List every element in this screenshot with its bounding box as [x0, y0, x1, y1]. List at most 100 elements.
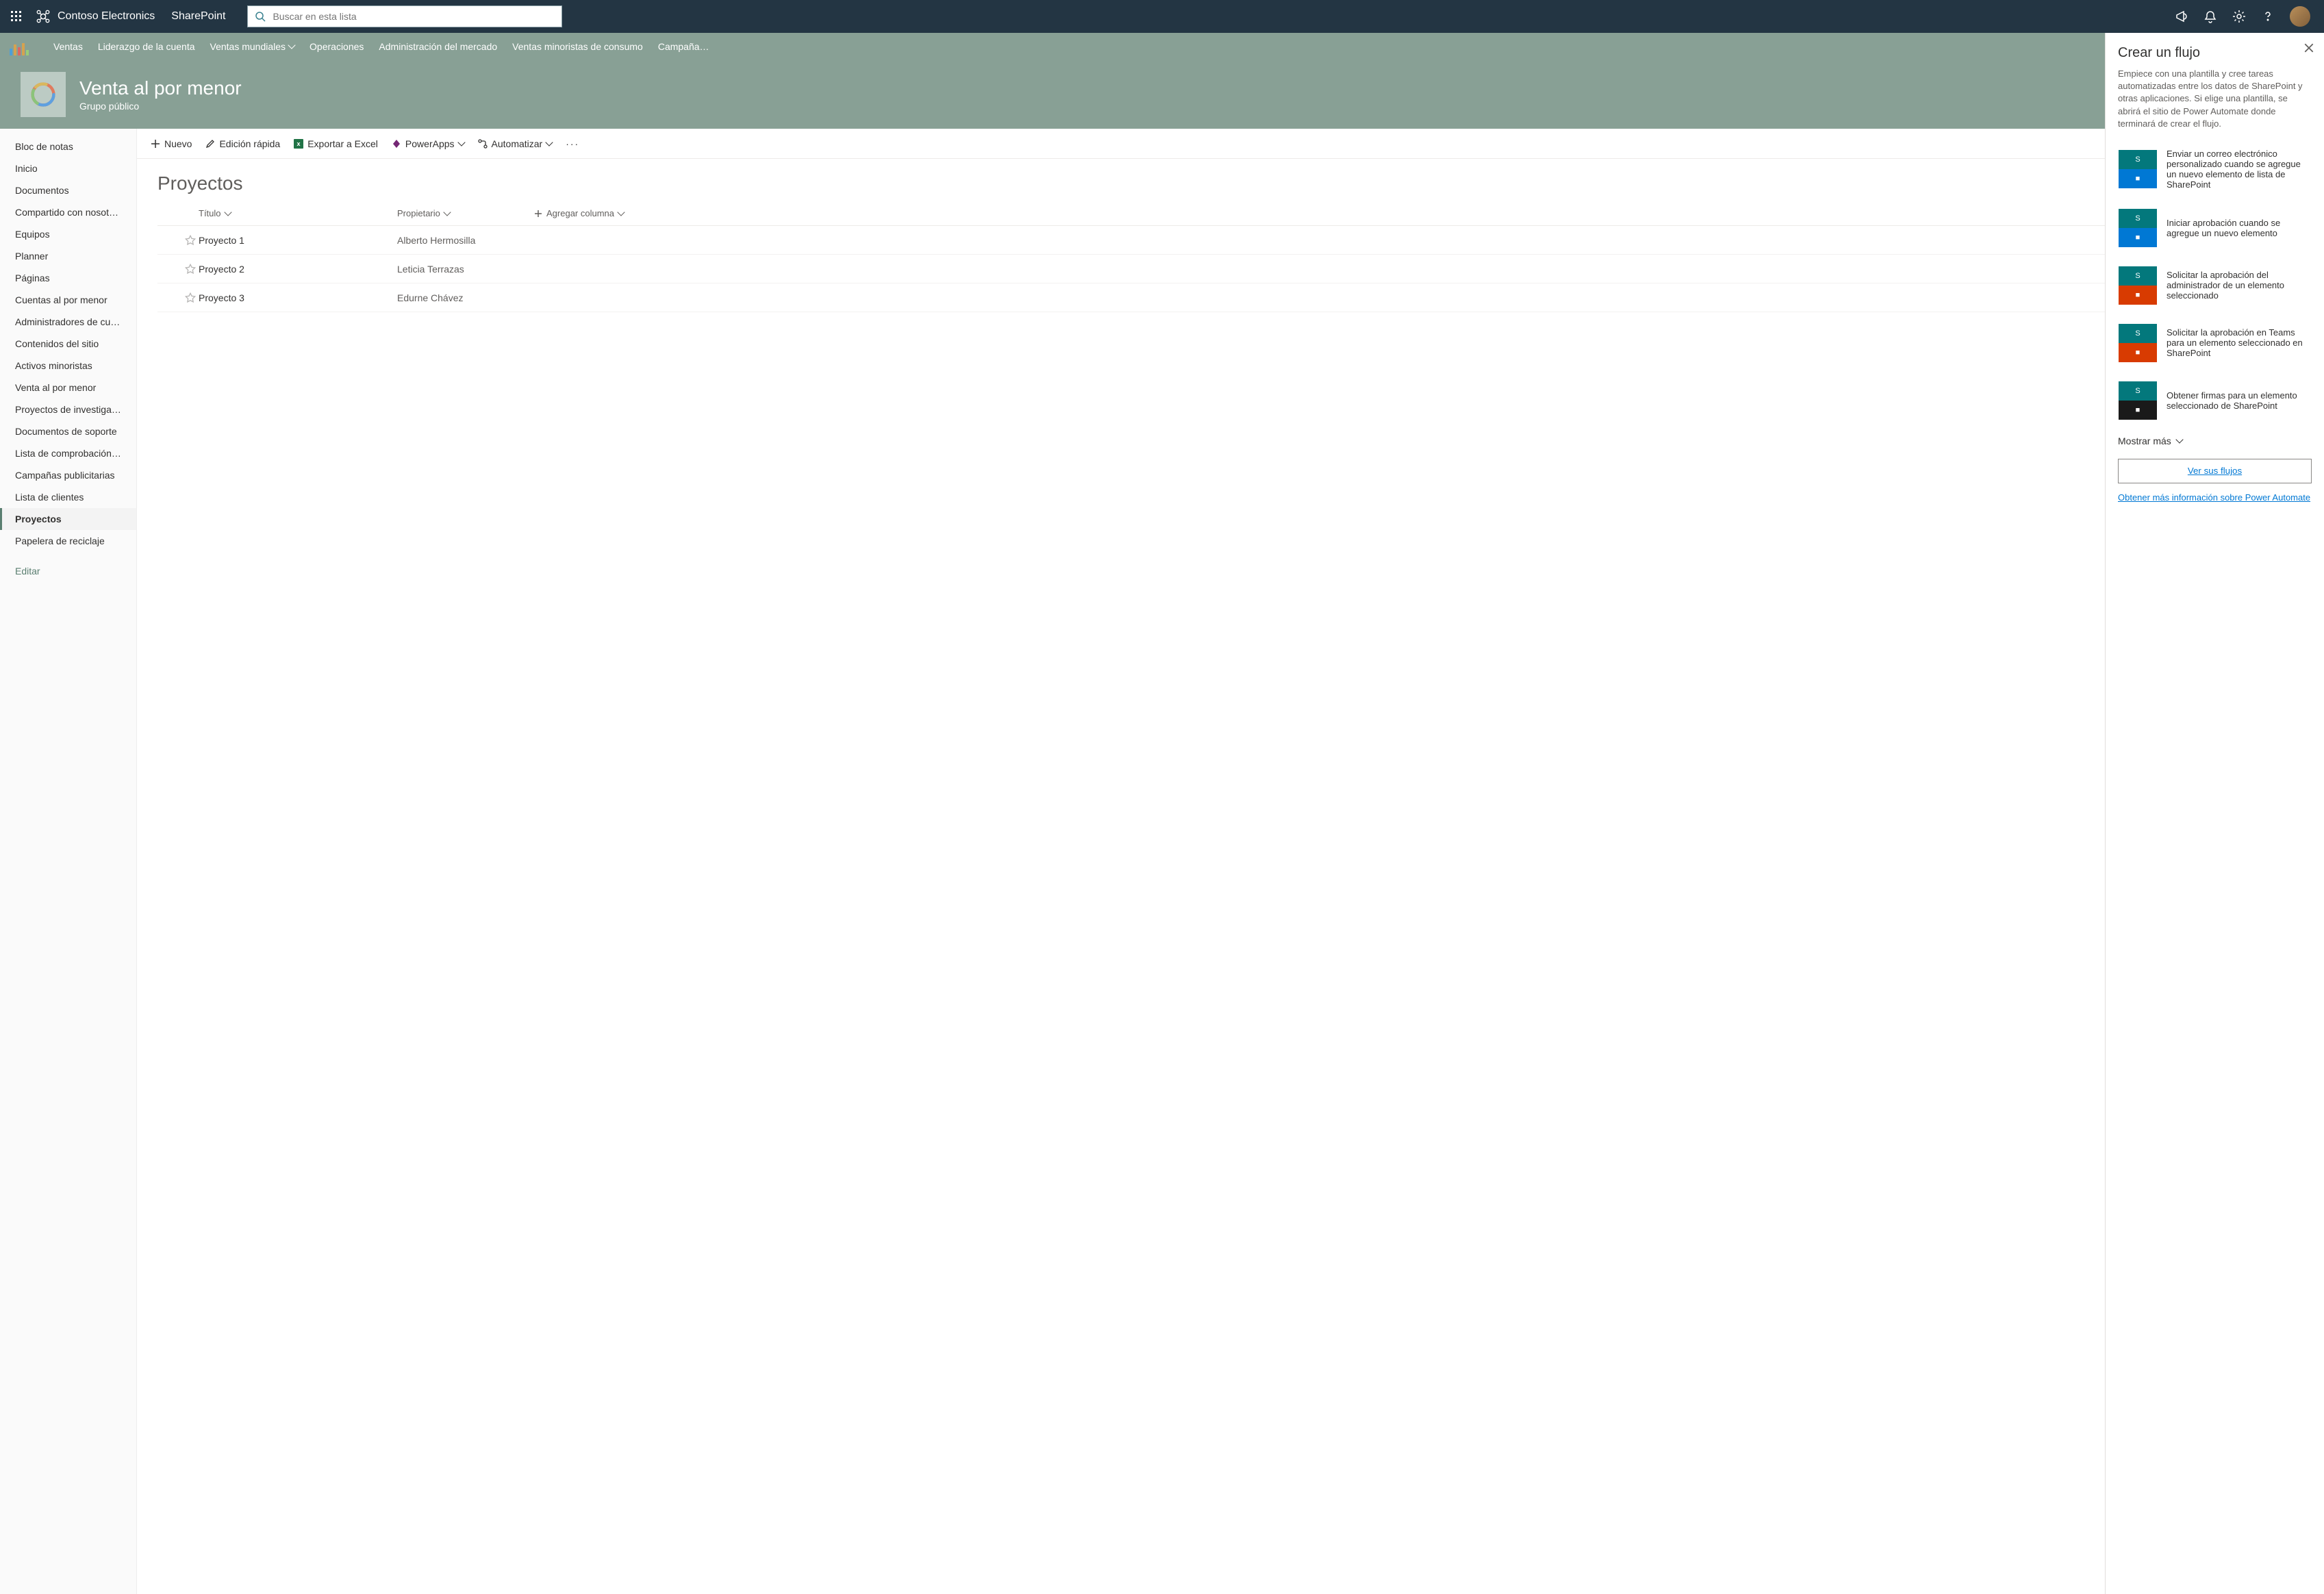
sharepoint-icon: S: [2119, 209, 2157, 228]
flow-template[interactable]: S■ Solicitar la aprobación en Teams para …: [2118, 316, 2312, 370]
search-input[interactable]: [273, 11, 555, 22]
template-label: Solicitar la aprobación del administrado…: [2167, 270, 2311, 301]
app-icon: ■: [2119, 343, 2157, 362]
site-subtitle: Grupo público: [79, 101, 242, 112]
megaphone-icon[interactable]: [2175, 10, 2188, 23]
nav-item[interactable]: Cuentas al por menor: [0, 289, 136, 311]
nav-item[interactable]: Compartido con nosotros: [0, 201, 136, 223]
cmd-export-excel[interactable]: x Exportar a Excel: [294, 138, 378, 149]
flow-template[interactable]: S■ Obtener firmas para un elemento selecc…: [2118, 374, 2312, 427]
hub-item-mundiales[interactable]: Ventas mundiales: [210, 41, 295, 52]
hub-item-ventas[interactable]: Ventas: [53, 41, 83, 52]
app-icon: ■: [2119, 228, 2157, 247]
nav-item[interactable]: Equipos: [0, 223, 136, 245]
nav-item[interactable]: Páginas: [0, 267, 136, 289]
hub-logo-icon: [10, 38, 38, 55]
hub-item-minoristas[interactable]: Ventas minoristas de consumo: [512, 41, 643, 52]
column-header-owner[interactable]: Propietario: [397, 208, 534, 218]
flow-template[interactable]: S■ Iniciar aprobación cuando se agregue u…: [2118, 201, 2312, 255]
sharepoint-icon: S: [2119, 381, 2157, 401]
table-row[interactable]: Proyecto 3Edurne Chávez: [157, 283, 2303, 312]
sharepoint-icon: S: [2119, 324, 2157, 343]
chevron-down-icon: [2175, 435, 2183, 443]
sharepoint-icon: S: [2119, 266, 2157, 286]
chevron-down-icon: [443, 208, 451, 216]
excel-icon: x: [294, 139, 303, 149]
template-label: Enviar un correo electrónico personaliza…: [2167, 149, 2311, 190]
search-icon: [255, 11, 266, 22]
cell-title: Proyecto 2: [199, 264, 397, 275]
cmd-automate[interactable]: Automatizar: [478, 138, 553, 149]
nav-item[interactable]: Contenidos del sitio: [0, 333, 136, 355]
nav-item[interactable]: Administradores de cuentas: [0, 311, 136, 333]
powerapps-icon: [392, 139, 401, 149]
show-more-button[interactable]: Mostrar más: [2118, 435, 2312, 446]
chevron-down-icon: [617, 208, 624, 216]
hub-item-operaciones[interactable]: Operaciones: [310, 41, 364, 52]
app-launcher-icon[interactable]: [5, 5, 27, 27]
table-header: Título Propietario Agregar columna: [157, 201, 2303, 226]
cmd-quick-edit[interactable]: Edición rápida: [205, 138, 280, 149]
app-name[interactable]: SharePoint: [171, 10, 225, 23]
svg-text:x: x: [297, 140, 301, 147]
item-icon: [185, 235, 196, 246]
panel-title: Crear un flujo: [2118, 45, 2312, 61]
table-row[interactable]: Proyecto 1Alberto Hermosilla: [157, 226, 2303, 255]
flow-icon: [478, 139, 488, 149]
cmd-new[interactable]: Nuevo: [151, 138, 192, 149]
close-icon[interactable]: [2303, 42, 2314, 53]
cell-owner: Leticia Terrazas: [397, 264, 534, 275]
brand-name: Contoso Electronics: [58, 10, 155, 23]
search-box[interactable]: [247, 5, 562, 27]
nav-item[interactable]: Bloc de notas: [0, 136, 136, 157]
app-icon: ■: [2119, 401, 2157, 420]
table-row[interactable]: Proyecto 2Leticia Terrazas: [157, 255, 2303, 283]
learn-more-link[interactable]: Obtener más información sobre Power Auto…: [2118, 492, 2310, 503]
chevron-down-icon: [288, 41, 295, 49]
cmd-more[interactable]: ···: [566, 138, 579, 149]
nav-item[interactable]: Campañas publicitarias: [0, 464, 136, 486]
notifications-icon[interactable]: [2203, 10, 2217, 23]
template-label: Solicitar la aprobación en Teams para un…: [2167, 327, 2311, 358]
flow-template[interactable]: S■ Solicitar la aprobación del administra…: [2118, 259, 2312, 312]
nav-item[interactable]: Activos minoristas: [0, 355, 136, 377]
cell-title: Proyecto 3: [199, 292, 397, 303]
help-icon[interactable]: [2261, 10, 2275, 23]
nav-item[interactable]: Planner: [0, 245, 136, 267]
flow-template[interactable]: S■ Enviar un correo electrónico personali…: [2118, 141, 2312, 197]
column-header-title[interactable]: Título: [199, 208, 397, 218]
sharepoint-icon: S: [2119, 150, 2157, 169]
site-header: Venta al por menor Grupo público: [0, 60, 2324, 129]
cmd-powerapps[interactable]: PowerApps: [392, 138, 464, 149]
settings-icon[interactable]: [2232, 10, 2246, 23]
nav-item[interactable]: Lista de comprobación d…: [0, 442, 136, 464]
nav-item[interactable]: Venta al por menor: [0, 377, 136, 398]
nav-item[interactable]: Lista de clientes: [0, 486, 136, 508]
plus-icon: [534, 210, 542, 218]
see-your-flows-button[interactable]: Ver sus flujos: [2118, 459, 2312, 483]
plus-icon: [151, 139, 160, 149]
template-label: Iniciar aprobación cuando se agregue un …: [2167, 218, 2311, 238]
suite-bar: Contoso Electronics SharePoint: [0, 0, 2324, 33]
hub-item-mercado[interactable]: Administración del mercado: [379, 41, 497, 52]
create-flow-panel: Crear un flujo Empiece con una plantilla…: [2105, 33, 2324, 1594]
nav-item[interactable]: Proyectos de investigación: [0, 398, 136, 420]
nav-item[interactable]: Documentos: [0, 179, 136, 201]
nav-edit-link[interactable]: Editar: [0, 560, 136, 582]
template-label: Obtener firmas para un elemento seleccio…: [2167, 390, 2311, 411]
nav-item[interactable]: Documentos de soporte: [0, 420, 136, 442]
template-icons: S■: [2119, 209, 2157, 247]
template-icons: S■: [2119, 150, 2157, 188]
add-column[interactable]: Agregar columna: [534, 208, 624, 218]
nav-item[interactable]: Papelera de reciclaje: [0, 530, 136, 552]
nav-item[interactable]: Proyectos: [0, 508, 136, 530]
nav-item[interactable]: Inicio: [0, 157, 136, 179]
user-avatar[interactable]: [2290, 6, 2310, 27]
hub-item-campana[interactable]: Campaña…: [658, 41, 709, 52]
cell-owner: Edurne Chávez: [397, 292, 534, 303]
hub-item-liderazgo[interactable]: Liderazgo de la cuenta: [98, 41, 195, 52]
template-icons: S■: [2119, 266, 2157, 305]
chevron-down-icon: [224, 208, 231, 216]
site-title: Venta al por menor: [79, 77, 242, 99]
pencil-icon: [205, 139, 215, 149]
